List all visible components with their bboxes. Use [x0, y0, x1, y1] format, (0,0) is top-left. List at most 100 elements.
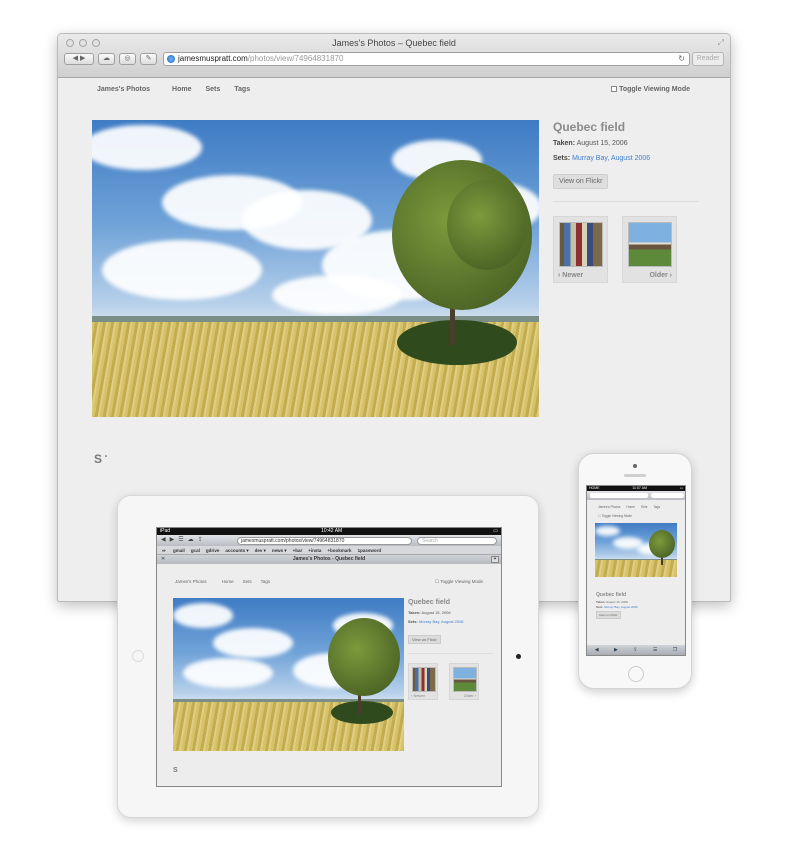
nav-home-link[interactable]: Home	[172, 86, 191, 93]
wrench-icon: ✎	[145, 55, 152, 62]
iphone-camera	[633, 464, 637, 468]
bookmark-item[interactable]: +bar	[293, 548, 303, 553]
fullscreen-icon[interactable]: ⤢	[718, 38, 724, 48]
ipad-brand-link[interactable]: James's Photos	[175, 579, 207, 584]
bookmark-item[interactable]: gcal	[191, 548, 200, 553]
icloud-tabs-button[interactable]: ☁	[98, 53, 115, 65]
nav-sets-link[interactable]: Sets	[205, 86, 220, 93]
nav-tags-link[interactable]: Tags	[234, 86, 250, 93]
iphone-site-nav: James's Photos Home Sets Tags	[598, 505, 661, 509]
title-bar: James's Photos – Quebec field ⤢ ◀ ▶ ☁ ◎ …	[58, 34, 730, 78]
ipad-search-field[interactable]: Search	[417, 537, 497, 545]
footer-logo: S •	[94, 452, 108, 466]
site-brand-link[interactable]: James's Photos	[97, 86, 150, 93]
ipad-footer-logo: S	[173, 767, 178, 774]
iphone-set-link[interactable]: Murray Bay, August 2006	[604, 605, 637, 609]
photo-title: Quebec field	[553, 120, 626, 134]
newer-label: ‹ Newer	[558, 272, 584, 279]
battery-icon: ▭	[493, 528, 498, 534]
iphone-search-field[interactable]	[651, 493, 684, 498]
bookmark-item[interactable]: accounts ▾	[225, 548, 248, 553]
sets-label: Sets:	[553, 155, 571, 162]
back-forward-buttons[interactable]: ◀ ▶	[64, 53, 94, 65]
ipad-photo-title: Quebec field	[408, 599, 451, 606]
ipad-tab-title[interactable]: James's Photos - Quebec field	[293, 556, 365, 562]
iphone-photo-title: Quebec field	[596, 592, 627, 598]
bookmark-item[interactable]: +insta	[308, 548, 321, 553]
iphone-browser-toolbar: ◀ ▶ ⇪ ☰ ❐	[587, 645, 685, 655]
ipad-camera	[516, 654, 521, 659]
bookmark-item[interactable]: gdrive	[206, 548, 220, 553]
tabs-icon[interactable]: ❐	[673, 645, 677, 655]
reader-button[interactable]: Reader	[692, 52, 724, 66]
ipad-nav-sets[interactable]: Sets	[243, 579, 252, 584]
toggle-viewing-mode-label: Toggle Viewing Mode	[619, 86, 690, 93]
globe-icon	[167, 55, 175, 63]
iphone-speaker	[624, 474, 646, 477]
url-path: /photos/view/74964831870	[247, 54, 344, 63]
ipad-tab-bar: ✕ James's Photos - Quebec field +	[157, 555, 501, 564]
iphone-address-bar[interactable]	[587, 491, 685, 500]
settings-button[interactable]: ✎	[140, 53, 157, 65]
ipad-browser-toolbar: ◀▶☰☁⇪ jamesmuspratt.com/photos/view/7496…	[157, 535, 501, 546]
iphone-view-on-flickr[interactable]: View on Flickr	[596, 611, 621, 619]
reload-icon[interactable]: ↻	[678, 53, 685, 65]
divider	[553, 201, 699, 202]
set-link[interactable]: Murray Bay, August 2006	[572, 155, 650, 162]
ipad-photo-pager: ‹ Newer Older ›	[408, 663, 493, 700]
ipad-site-nav: James's Photos Home Sets Tags	[175, 579, 270, 584]
ipad-nav-icons[interactable]: ◀▶☰☁⇪	[161, 536, 207, 543]
ipad-status-bar: iPad 10:42 AM ▭	[157, 528, 501, 535]
older-label: Older ›	[649, 272, 672, 279]
bookmark-item[interactable]: 1password	[358, 548, 382, 553]
ipad-nav-tags[interactable]: Tags	[261, 579, 271, 584]
bookmark-item[interactable]: +bookmark	[327, 548, 351, 553]
older-photo-thumb[interactable]: Older ›	[622, 216, 677, 283]
window-title: James's Photos – Quebec field	[332, 38, 456, 48]
photo-pager: ‹ Newer Older ›	[553, 216, 699, 283]
bookmark-item[interactable]: gmail	[173, 548, 185, 553]
cloud-icon: ☁	[103, 55, 110, 62]
toggle-viewing-mode[interactable]: Toggle Viewing Mode	[611, 86, 690, 93]
taken-label: Taken:	[553, 140, 576, 147]
photo-sidebar: Quebec field Taken: August 15, 2006 Sets…	[553, 120, 699, 283]
sets-meta: Sets: Murray Bay, August 2006	[553, 155, 699, 162]
taken-date: August 15, 2006	[576, 140, 628, 147]
taken-meta: Taken: August 15, 2006	[553, 140, 699, 147]
ipad-newer-thumb[interactable]: ‹ Newer	[408, 663, 438, 700]
back-icon[interactable]: ◀	[73, 55, 78, 62]
iphone-url-field[interactable]	[590, 493, 648, 498]
bookmark-item[interactable]: news ▾	[272, 548, 287, 553]
iphone-toggle-viewing-mode[interactable]: ☐ Toggle Viewing Mode	[598, 514, 632, 518]
ipad-device: iPad 10:42 AM ▭ ◀▶☰☁⇪ jamesmuspratt.com/…	[117, 495, 539, 818]
ipad-view-on-flickr[interactable]: View on Flickr	[408, 635, 441, 644]
forward-icon[interactable]: ▶	[614, 645, 618, 655]
ipad-nav-home[interactable]: Home	[222, 579, 234, 584]
newer-thumbnail-image	[559, 222, 603, 267]
site-nav: James's Photos Home Sets Tags	[97, 86, 250, 93]
bookmarks-icon[interactable]: ⇨	[162, 548, 166, 553]
checkbox-icon[interactable]	[611, 86, 618, 92]
main-photo	[92, 120, 539, 417]
forward-icon[interactable]: ▶	[80, 55, 85, 62]
view-on-flickr-button[interactable]: View on Flickr	[553, 174, 609, 189]
ipad-home-button	[132, 650, 144, 662]
share-icon[interactable]: ⇪	[633, 645, 637, 655]
ipad-address-bar[interactable]: jamesmuspratt.com/photos/view/7496483187…	[237, 537, 412, 545]
ipad-set-link[interactable]: Murray Bay, August 2006	[419, 619, 464, 624]
newer-photo-thumb[interactable]: ‹ Newer	[553, 216, 608, 283]
share-button[interactable]: ◎	[119, 53, 136, 65]
iphone-home-button	[628, 666, 644, 682]
address-bar[interactable]: jamesmuspratt.com/photos/view/7496483187…	[163, 52, 690, 66]
ipad-bookmarks-bar: ⇨ gmail gcal gdrive accounts ▾ dev ▾ news ▾ +b…	[157, 546, 501, 555]
back-icon[interactable]: ◀	[595, 645, 599, 655]
ipad-photo-sidebar: Quebec field Taken: August 15, 2006 Sets…	[408, 599, 493, 700]
ipad-older-thumb[interactable]: Older ›	[449, 663, 479, 700]
new-tab-button[interactable]: +	[491, 556, 499, 563]
older-thumbnail-image	[628, 222, 672, 267]
iphone-device: HOME 11:07 AM ▭ James's Photos Home Sets…	[578, 453, 692, 689]
bookmark-item[interactable]: dev ▾	[255, 548, 266, 553]
ipad-toggle-viewing-mode[interactable]: ☐ Toggle Viewing Mode	[435, 579, 483, 585]
bookmarks-icon[interactable]: ☰	[653, 645, 657, 655]
close-tab-icon[interactable]: ✕	[161, 555, 165, 564]
